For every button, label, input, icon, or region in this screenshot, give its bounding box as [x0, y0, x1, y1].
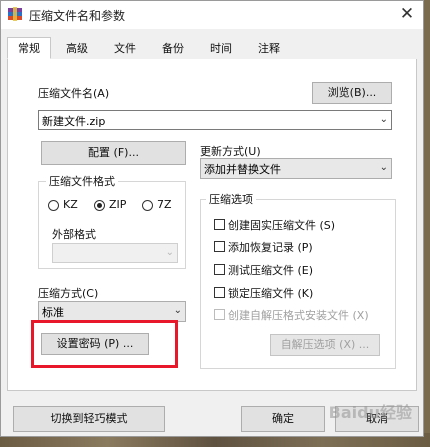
solid-archive-label: 创建固实压缩文件 (S)	[228, 219, 336, 232]
archive-dialog: 压缩文件名和参数 ✕ 常规 高级 文件 备份 时间 注释 压缩文件名(A) 浏览…	[0, 0, 424, 437]
radio-selected-dot	[97, 203, 102, 208]
tab-general[interactable]: 常规	[7, 37, 51, 59]
config-button[interactable]: 配置 (F)...	[41, 141, 186, 165]
compression-method-label: 压缩方式(C)	[38, 287, 99, 300]
radio-7z[interactable]	[142, 200, 153, 211]
checkbox-recovery-record[interactable]	[214, 241, 225, 252]
archive-name-value: 新建文件.zip	[42, 115, 106, 128]
sfx-options-button: 自解压选项 (X) ...	[270, 334, 380, 356]
lock-archive-label: 锁定压缩文件 (K)	[228, 287, 314, 300]
checkbox-lock-archive[interactable]	[214, 287, 225, 298]
chevron-down-icon: ⌄	[173, 305, 182, 316]
tab-time[interactable]: 时间	[199, 39, 243, 59]
archive-format-title: 压缩文件格式	[46, 173, 118, 189]
test-archive-label: 测试压缩文件 (E)	[228, 264, 314, 277]
checkbox-sfx	[214, 309, 225, 320]
recovery-record-label: 添加恢复记录 (P)	[228, 241, 313, 254]
chevron-down-icon: ⌄	[379, 162, 388, 173]
lite-mode-button[interactable]: 切换到轻巧模式	[13, 406, 165, 432]
ok-button[interactable]: 确定	[241, 406, 325, 432]
watermark: Baidu经验	[328, 403, 412, 422]
radio-7z-label: 7Z	[157, 198, 172, 211]
chevron-down-icon: ⌄	[165, 247, 174, 258]
tab-files[interactable]: 文件	[103, 39, 147, 59]
external-format-label: 外部格式	[52, 228, 96, 241]
radio-kz[interactable]	[48, 200, 59, 211]
checkbox-test-archive[interactable]	[214, 264, 225, 275]
checkbox-solid-archive[interactable]	[214, 219, 225, 230]
tab-backup[interactable]: 备份	[151, 39, 195, 59]
archive-name-label: 压缩文件名(A)	[38, 87, 110, 100]
highlight-annotation	[31, 320, 178, 368]
compression-method-select[interactable]: 标准 ⌄	[38, 301, 186, 322]
update-mode-select[interactable]: 添加并替换文件 ⌄	[200, 158, 392, 179]
radio-zip-label: ZIP	[109, 198, 127, 211]
sfx-label: 创建自解压格式安装文件 (X)	[228, 309, 369, 322]
browse-button[interactable]: 浏览(B)...	[312, 82, 392, 104]
window-title: 压缩文件名和参数	[29, 9, 126, 23]
close-icon[interactable]: ✕	[391, 1, 423, 29]
update-mode-value: 添加并替换文件	[204, 163, 281, 176]
archive-name-field[interactable]: 新建文件.zip ⌄	[38, 110, 392, 130]
radio-kz-label: KZ	[63, 198, 78, 211]
tab-bar: 常规 高级 文件 备份 时间 注释	[7, 37, 417, 60]
external-format-select: ⌄	[52, 243, 178, 263]
compression-options-title: 压缩选项	[206, 191, 256, 207]
radio-zip[interactable]	[94, 200, 105, 211]
tab-advanced[interactable]: 高级	[55, 39, 99, 59]
compression-method-value: 标准	[42, 306, 64, 319]
tab-comment[interactable]: 注释	[247, 39, 291, 59]
chevron-down-icon: ⌄	[379, 114, 388, 125]
update-mode-label: 更新方式(U)	[200, 145, 261, 158]
title-bar: 压缩文件名和参数 ✕	[1, 1, 423, 29]
winrar-app-icon	[8, 7, 22, 21]
